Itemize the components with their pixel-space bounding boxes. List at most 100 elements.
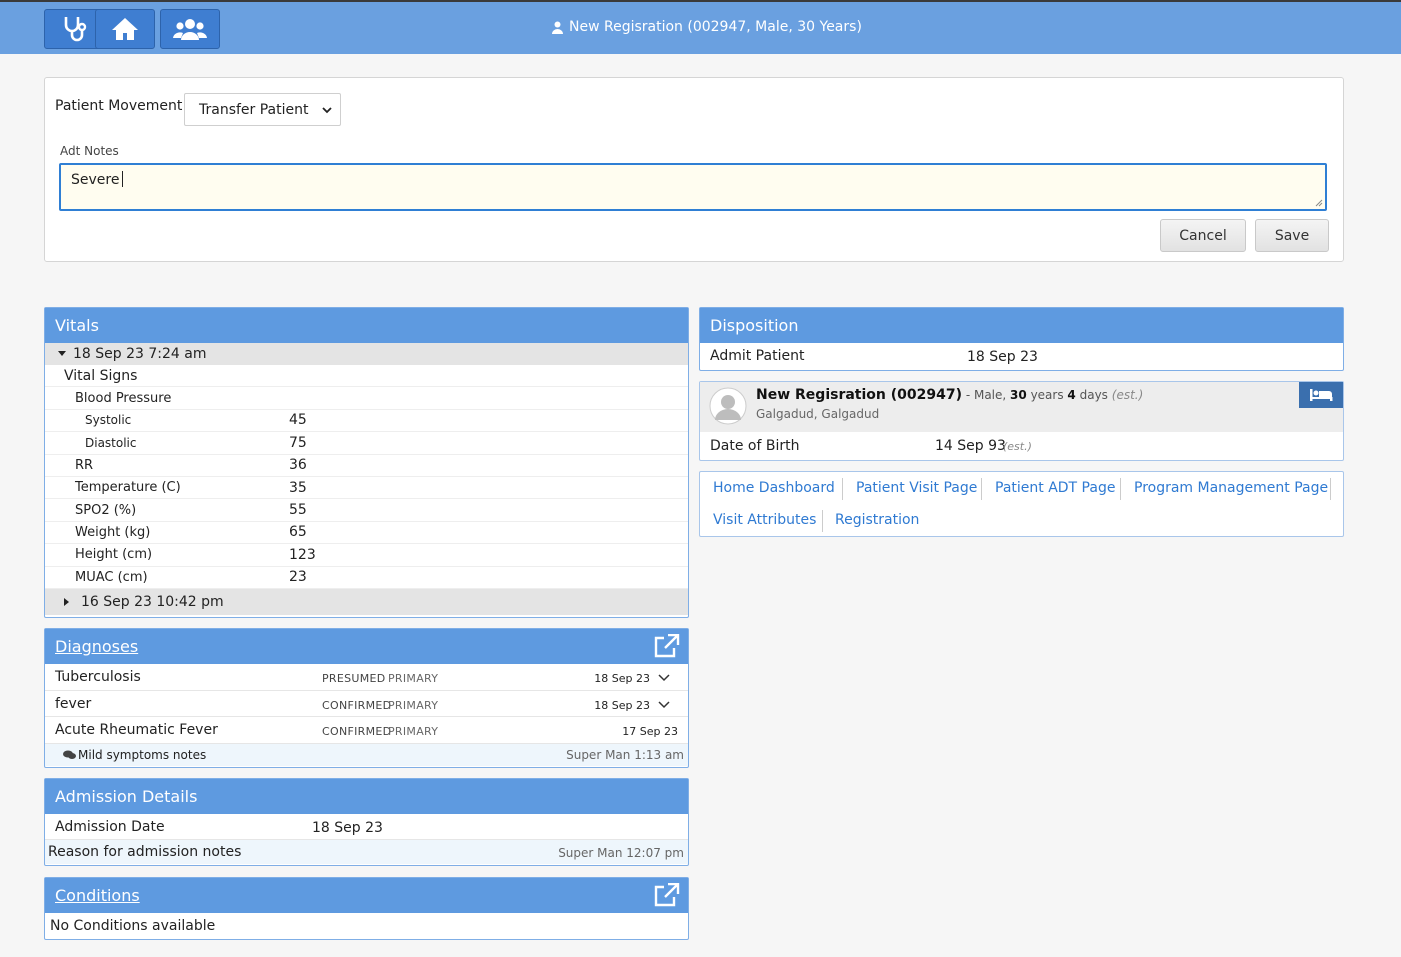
dob-label: Date of Birth [710,438,800,454]
admission-notes-row: Reason for admission notes Super Man 12:… [45,840,688,864]
diagnosis-certainty: PRESUMED [322,672,386,685]
diagnoses-header: Diagnoses [45,629,688,664]
blood-pressure-group: Blood Pressure [45,387,688,410]
patient-card: New Regisration (002947) - Male, 30 year… [699,381,1344,461]
vital-label: Systolic [85,413,132,428]
vital-value: 55 [289,502,307,519]
vital-value: 123 [289,546,316,563]
link-divider [1330,478,1331,500]
link-program-management-page[interactable]: Program Management Page [1134,480,1328,496]
patient-gender: - Male, [962,388,1007,402]
disposition-value: 18 Sep 23 [967,349,1038,365]
diagnosis-date: 18 Sep 23 [594,698,650,712]
diagnosis-name: fever [55,695,92,712]
vital-row: SPO2 (%) 55 [45,499,688,522]
vital-signs-group: Vital Signs [45,365,688,388]
patient-age-days: 4 [1067,388,1076,402]
chevron-down-icon [322,107,332,114]
save-button[interactable]: Save [1255,219,1329,252]
external-link-icon[interactable] [653,634,680,658]
caret-right-icon [64,597,69,606]
link-patient-visit-page[interactable]: Patient Visit Page [856,480,977,496]
diagnosis-certainty: CONFIRMED [322,698,392,712]
diagnosis-note-row: Mild symptoms notes Super Man 1:13 am [45,743,688,766]
external-link-icon[interactable] [653,883,680,907]
vital-value: 35 [289,479,307,496]
conditions-empty-text: No Conditions available [50,918,216,934]
admission-notes-label: Reason for admission notes [48,844,242,860]
admission-panel: Admission Details Admission Date 18 Sep … [44,778,689,866]
disposition-title: Disposition [700,308,1343,343]
header-title-text: New Regisration (002947, Male, 30 Years) [569,19,862,35]
vitals-open-date: 18 Sep 23 7:24 am [73,346,207,362]
vital-label: SPO2 (%) [75,502,137,518]
bed-icon [1310,389,1333,401]
patient-age-days-unit: days [1079,388,1108,402]
link-home-dashboard[interactable]: Home Dashboard [713,480,835,496]
dob-estimated-tag: (est.) [1003,440,1032,453]
patients-nav-button[interactable] [160,9,220,49]
diagnoses-title-link[interactable]: Diagnoses [55,637,138,656]
diagnoses-panel: Diagnoses Tuberculosis PRESUMED PRIMARY 18 … [44,628,689,768]
caret-down-icon [58,351,66,356]
avatar [709,387,747,425]
diagnosis-name: Acute Rheumatic Fever [55,722,218,738]
patient-age-years-unit: years [1030,388,1064,402]
link-divider [981,478,982,500]
vital-row: Height (cm) 123 [45,544,688,567]
cancel-button[interactable]: Cancel [1160,219,1246,252]
vital-label: Height (cm) [75,547,153,563]
dob-value: 14 Sep 93 [935,438,1006,454]
vital-row: MUAC (cm) 23 [45,567,688,589]
vital-value: 45 [289,412,307,429]
quick-links-panel: Home Dashboard Patient Visit Page Patien… [699,471,1344,537]
resize-handle-icon[interactable] [1315,199,1323,207]
diagnosis-note-meta: Super Man 1:13 am [566,747,684,762]
adt-form: Patient Movement: Transfer Patient Adt N… [44,77,1344,262]
admission-title: Admission Details [45,779,688,814]
age-estimated-tag: (est.) [1111,388,1144,402]
vital-label: Temperature (C) [75,480,181,496]
diagnosis-row: Tuberculosis PRESUMED PRIMARY 18 Sep 23 [45,664,688,691]
vital-label: RR [75,457,94,473]
link-divider [842,478,843,500]
patient-movement-value: Transfer Patient [199,101,309,118]
vital-label: Diastolic [85,435,137,450]
vital-signs-label: Vital Signs [64,367,138,384]
adt-notes-value: Severe [71,172,120,188]
admission-notes-meta: Super Man 12:07 pm [558,846,684,860]
link-visit-attributes[interactable]: Visit Attributes [713,512,816,528]
diagnosis-certainty: CONFIRMED [322,725,392,738]
chevron-down-icon[interactable] [658,674,670,682]
conditions-title-link[interactable]: Conditions [55,886,140,905]
users-icon [173,19,207,40]
vital-label: MUAC (cm) [75,569,148,585]
disposition-panel: Disposition Admit Patient 18 Sep 23 [699,307,1344,371]
patient-summary: New Regisration (002947) - Male, 30 year… [756,387,1143,403]
patient-movement-label: Patient Movement: [55,98,188,114]
link-patient-adt-page[interactable]: Patient ADT Page [995,480,1115,496]
diagnosis-row: Acute Rheumatic Fever CONFIRMED PRIMARY 17 … [45,717,688,744]
adt-notes-textarea[interactable]: Severe [59,163,1327,211]
admitted-badge[interactable] [1299,382,1343,408]
stethoscope-icon [64,17,87,42]
diagnosis-note-text: Mild symptoms notes [78,747,207,762]
vitals-title: Vitals [45,308,688,343]
disposition-label: Admit Patient [710,348,805,364]
chevron-down-icon[interactable] [658,700,670,709]
home-nav-button[interactable] [95,9,155,49]
diagnosis-date: 18 Sep 23 [594,672,650,685]
vital-row: Systolic 45 [45,410,688,433]
vitals-encounter-expanded[interactable]: 18 Sep 23 7:24 am [45,343,688,365]
conditions-panel: Conditions No Conditions available [44,877,689,940]
patient-age-years: 30 [1010,388,1027,402]
admission-date-label: Admission Date [55,819,165,835]
vital-row: Diastolic 75 [45,432,688,455]
top-navbar: New Regisration (002947, Male, 30 Years) [0,0,1401,54]
link-registration[interactable]: Registration [835,512,919,528]
patient-movement-select[interactable]: Transfer Patient [184,93,341,126]
adt-notes-label: Adt Notes [60,144,119,158]
vitals-encounter-collapsed[interactable]: 16 Sep 23 10:42 pm [45,588,688,615]
vital-value: 75 [289,434,307,451]
patient-name: New Regisration (002947) [756,387,962,403]
